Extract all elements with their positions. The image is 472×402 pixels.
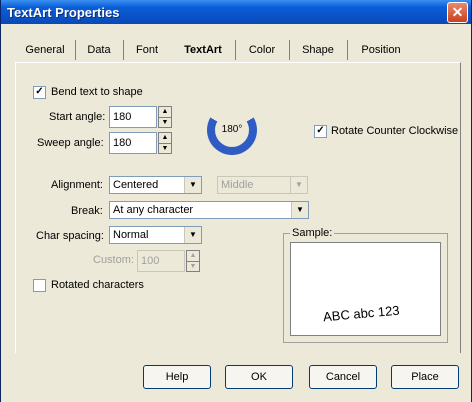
tab-position[interactable]: Position (347, 40, 415, 60)
sweep-angle-input[interactable]: 180 (109, 132, 157, 154)
spin-up-icon[interactable]: ▲ (159, 107, 171, 118)
rotate-ccw-label: Rotate Counter Clockwise (331, 125, 459, 137)
vertical-alignment-value: Middle (221, 179, 254, 191)
spin-up-icon[interactable]: ▲ (159, 133, 171, 144)
place-button[interactable]: Place (391, 365, 459, 389)
start-angle-label: Start angle: (49, 111, 106, 123)
rotated-characters-checkbox[interactable] (33, 279, 46, 292)
tab-color[interactable]: Color (235, 40, 290, 60)
dropdown-arrow-icon[interactable]: ▼ (184, 177, 201, 193)
alignment-value: Centered (113, 179, 159, 191)
tab-shape[interactable]: Shape (289, 40, 348, 60)
custom-label: Custom: (93, 254, 134, 266)
break-label: Break: (71, 205, 103, 217)
dropdown-arrow-icon[interactable]: ▼ (291, 202, 308, 218)
sample-label: Sample: (290, 227, 335, 239)
spin-down-icon[interactable]: ▼ (159, 144, 171, 154)
char-spacing-label: Char spacing: (36, 230, 104, 242)
custom-input: 100 (137, 250, 185, 272)
alignment-label: Alignment: (51, 179, 103, 191)
char-spacing-dropdown[interactable]: Normal ▼ (109, 226, 202, 244)
angle-dial[interactable]: 180° (207, 105, 257, 155)
close-button[interactable]: ✕ (447, 2, 468, 23)
break-dropdown[interactable]: At any character ▼ (109, 201, 309, 219)
help-button[interactable]: Help (143, 365, 211, 389)
bend-text-checkbox[interactable]: ✓ (33, 86, 46, 99)
spin-down-icon: ▼ (189, 263, 197, 270)
rotate-ccw-checkbox[interactable]: ✓ (314, 125, 327, 138)
spin-up-icon: ▲ (187, 251, 199, 262)
alignment-dropdown[interactable]: Centered ▼ (109, 176, 202, 194)
start-angle-spinner[interactable]: ▲ ▼ (158, 106, 172, 128)
tab-font[interactable]: Font (123, 40, 172, 60)
break-value: At any character (113, 204, 194, 216)
ok-button[interactable]: OK (225, 365, 293, 389)
dropdown-arrow-icon[interactable]: ▼ (184, 227, 201, 243)
title-bar: TextArt Properties ✕ (1, 0, 471, 24)
cancel-button[interactable]: Cancel (309, 365, 377, 389)
bend-text-label: Bend text to shape (51, 86, 143, 98)
tab-textart[interactable]: TextArt (171, 40, 236, 60)
tab-strip: General Data Font TextArt Color Shape Po… (15, 40, 461, 62)
tab-general[interactable]: General (15, 40, 76, 60)
dropdown-arrow-icon: ▼ (290, 177, 307, 193)
custom-spinner: ▲ ▼ (186, 250, 200, 272)
spin-down-icon[interactable]: ▼ (159, 118, 171, 128)
vertical-alignment-dropdown: Middle ▼ (217, 176, 308, 194)
start-angle-input[interactable]: 180 (109, 106, 157, 128)
sample-group: Sample: ABC abc 123 (283, 227, 448, 343)
sweep-angle-spinner[interactable]: ▲ ▼ (158, 132, 172, 154)
textart-properties-dialog: TextArt Properties ✕ General Data Font T… (0, 0, 472, 402)
tab-data[interactable]: Data (75, 40, 124, 60)
dialog-title: TextArt Properties (7, 5, 120, 20)
sample-preview: ABC abc 123 (290, 242, 441, 336)
angle-dial-value: 180° (215, 113, 249, 147)
char-spacing-value: Normal (113, 229, 149, 241)
rotated-characters-label: Rotated characters (51, 279, 144, 291)
sample-text: ABC abc 123 (322, 302, 401, 325)
sweep-angle-label: Sweep angle: (37, 137, 104, 149)
